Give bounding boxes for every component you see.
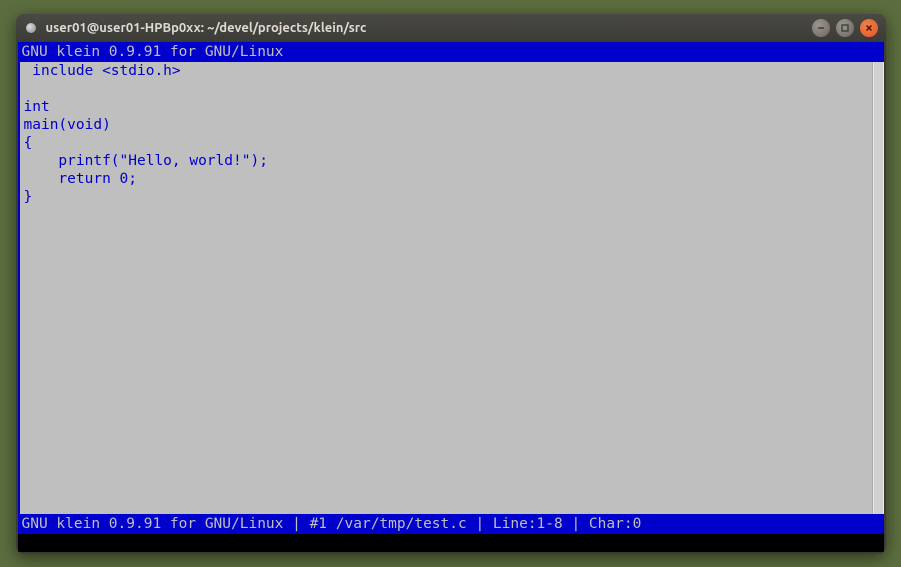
command-line-area[interactable]	[18, 534, 884, 552]
code-line: return 0;	[24, 171, 138, 187]
minimize-button[interactable]	[812, 19, 830, 37]
code-line: int	[24, 99, 50, 115]
app-icon	[24, 21, 38, 35]
close-button[interactable]	[860, 19, 878, 37]
terminal-container: GNU klein 0.9.91 for GNU/Linux include <…	[18, 42, 884, 552]
code-line: }	[24, 189, 33, 205]
editor-header: GNU klein 0.9.91 for GNU/Linux	[18, 42, 884, 62]
window-controls	[812, 19, 878, 37]
code-line: main(void)	[24, 117, 111, 133]
code-line: printf("Hello, world!");	[24, 153, 268, 169]
editor-text-area[interactable]: include <stdio.h> int main(void) { print…	[20, 62, 882, 514]
maximize-button[interactable]	[836, 19, 854, 37]
scrollbar-vertical[interactable]	[872, 62, 884, 514]
terminal-window: user01@user01-HPBp0xx: ~/devel/projects/…	[16, 14, 886, 554]
editor-status-bar: GNU klein 0.9.91 for GNU/Linux | #1 /var…	[18, 514, 884, 534]
code-line: include <stdio.h>	[24, 63, 181, 79]
window-titlebar[interactable]: user01@user01-HPBp0xx: ~/devel/projects/…	[16, 14, 886, 42]
window-title: user01@user01-HPBp0xx: ~/devel/projects/…	[46, 21, 812, 35]
scrollbar-thumb[interactable]	[874, 62, 883, 514]
terminal-body: include <stdio.h> int main(void) { print…	[18, 62, 884, 514]
code-line: {	[24, 135, 33, 151]
